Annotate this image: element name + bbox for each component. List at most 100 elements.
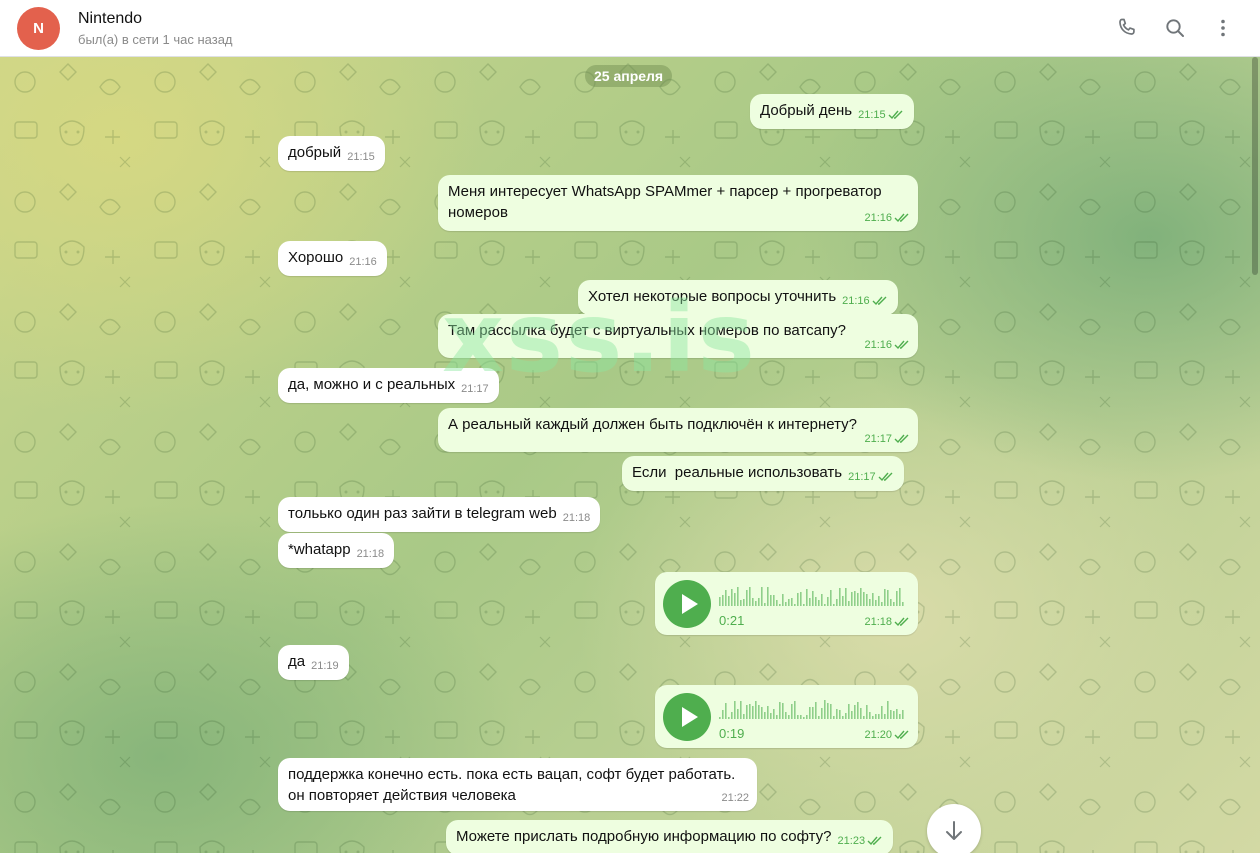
double-check-icon	[878, 472, 893, 482]
message-text: да, можно и с реальных	[288, 376, 456, 393]
waveform-bar	[722, 710, 724, 719]
waveform-bar	[806, 715, 808, 719]
double-check-icon	[894, 617, 909, 627]
waveform-bar	[761, 587, 763, 606]
chat-header: N Nintendo был(а) в сети 1 час назад	[0, 0, 1260, 57]
voice-duration: 0:21	[719, 613, 745, 628]
waveform-bar	[887, 701, 889, 719]
waveform-bar	[851, 592, 853, 606]
waveform-bar	[734, 701, 736, 719]
waveform-bar	[815, 597, 817, 606]
waveform-bar	[803, 717, 805, 719]
message-time: 21:15	[858, 109, 886, 121]
message-text: добрый	[288, 144, 342, 161]
double-check-icon	[894, 340, 909, 350]
scroll-down-button[interactable]	[927, 804, 981, 853]
message-text: Можете прислать подробную информацию по …	[456, 828, 832, 845]
waveform-bar	[806, 589, 808, 606]
waveform-bar	[755, 701, 757, 719]
waveform-bar	[737, 709, 739, 719]
waveform[interactable]	[719, 697, 909, 719]
waveform-bar	[824, 604, 826, 606]
waveform-bar	[845, 588, 847, 606]
avatar[interactable]: N	[17, 7, 60, 50]
waveform-bar	[866, 594, 868, 606]
message-incoming[interactable]: поддержка конечно есть. пока есть вацап,…	[278, 758, 757, 811]
waveform-bar	[869, 599, 871, 606]
waveform-bar	[803, 604, 805, 606]
phone-icon[interactable]	[1115, 16, 1139, 40]
waveform-bar	[782, 703, 784, 719]
double-check-icon	[867, 836, 882, 846]
waveform-bar	[863, 716, 865, 719]
message-outgoing[interactable]: Хотел некоторые вопросы уточнить 21:16	[578, 280, 898, 315]
waveform-bar	[788, 599, 790, 606]
waveform-bar	[773, 709, 775, 719]
waveform-bar	[746, 705, 748, 719]
search-icon[interactable]	[1163, 16, 1187, 40]
waveform[interactable]	[719, 584, 909, 606]
waveform-bar	[779, 604, 781, 606]
waveform-bar	[794, 604, 796, 606]
message-time: 21:18	[562, 512, 591, 524]
waveform-bar	[764, 603, 766, 606]
waveform-bar	[800, 715, 802, 719]
message-incoming[interactable]: добрый 21:15	[278, 136, 385, 171]
message-outgoing[interactable]: А реальный каждый должен быть подключён …	[438, 408, 918, 452]
waveform-bar	[818, 600, 820, 606]
message-time: 21:16	[864, 339, 892, 351]
waveform-bar	[857, 702, 859, 719]
message-incoming[interactable]: *whatapp 21:18	[278, 533, 395, 568]
message-outgoing[interactable]: Если реальные использовать 21:17	[622, 456, 904, 491]
message-outgoing[interactable]: Можете прислать подробную информацию по …	[446, 820, 894, 853]
waveform-bar	[872, 593, 874, 606]
message-text: А реальный каждый должен быть подключён …	[448, 416, 857, 433]
waveform-bar	[794, 701, 796, 719]
chat-area[interactable]: 25 апреля Добрый день 21:15 добрый 21:15 М…	[0, 57, 1260, 853]
waveform-bar	[830, 704, 832, 719]
message-time: 21:19	[311, 660, 339, 672]
message-incoming[interactable]: да, можно и с реальных 21:17	[278, 368, 499, 403]
waveform-bar	[728, 717, 730, 719]
waveform-bar	[860, 708, 862, 719]
message-time: 21:17	[864, 433, 892, 445]
waveform-bar	[749, 587, 751, 606]
waveform-bar	[896, 591, 898, 606]
message-text: тольько один раз зайти в telegram web	[288, 505, 557, 522]
waveform-bar	[731, 712, 733, 719]
waveform-bar	[791, 704, 793, 719]
waveform-bar	[758, 705, 760, 719]
waveform-bar	[791, 598, 793, 606]
more-vertical-icon[interactable]	[1211, 16, 1235, 40]
waveform-bar	[890, 599, 892, 606]
play-button[interactable]	[663, 580, 711, 628]
voice-message[interactable]: 0:19 21:20	[655, 685, 918, 748]
message-outgoing[interactable]: Добрый день 21:15	[750, 94, 914, 129]
peer-name[interactable]: Nintendo	[78, 10, 142, 28]
waveform-bar	[863, 592, 865, 606]
voice-message[interactable]: 0:21 21:18	[655, 572, 918, 635]
message-incoming[interactable]: Хорошо 21:16	[278, 241, 387, 276]
waveform-bar	[845, 713, 847, 719]
message-outgoing[interactable]: Меня интересует WhatsApp SPAMmer + парсе…	[438, 175, 918, 231]
waveform-bar	[836, 709, 838, 719]
double-check-icon	[894, 213, 909, 223]
message-time: 21:23	[837, 835, 866, 847]
waveform-bar	[836, 599, 838, 606]
waveform-bar	[878, 596, 880, 606]
message-time: 21:16	[349, 256, 377, 268]
message-text: поддержка конечно есть. пока есть вацап,…	[288, 766, 736, 804]
message-incoming[interactable]: да 21:19	[278, 645, 349, 680]
waveform-bar	[797, 715, 799, 719]
waveform-bar	[827, 597, 829, 606]
play-button[interactable]	[663, 693, 711, 741]
waveform-bar	[893, 602, 895, 606]
waveform-bar	[833, 604, 835, 606]
waveform-bar	[890, 710, 892, 719]
message-text: Там рассылка будет с виртуальных номеров…	[448, 322, 846, 339]
waveform-bar	[755, 601, 757, 606]
waveform-bar	[881, 706, 883, 719]
chat-scrollbar[interactable]	[1252, 57, 1258, 275]
message-incoming[interactable]: тольько один раз зайти в telegram web 21:…	[278, 497, 601, 532]
message-outgoing[interactable]: Там рассылка будет с виртуальных номеров…	[438, 314, 918, 358]
